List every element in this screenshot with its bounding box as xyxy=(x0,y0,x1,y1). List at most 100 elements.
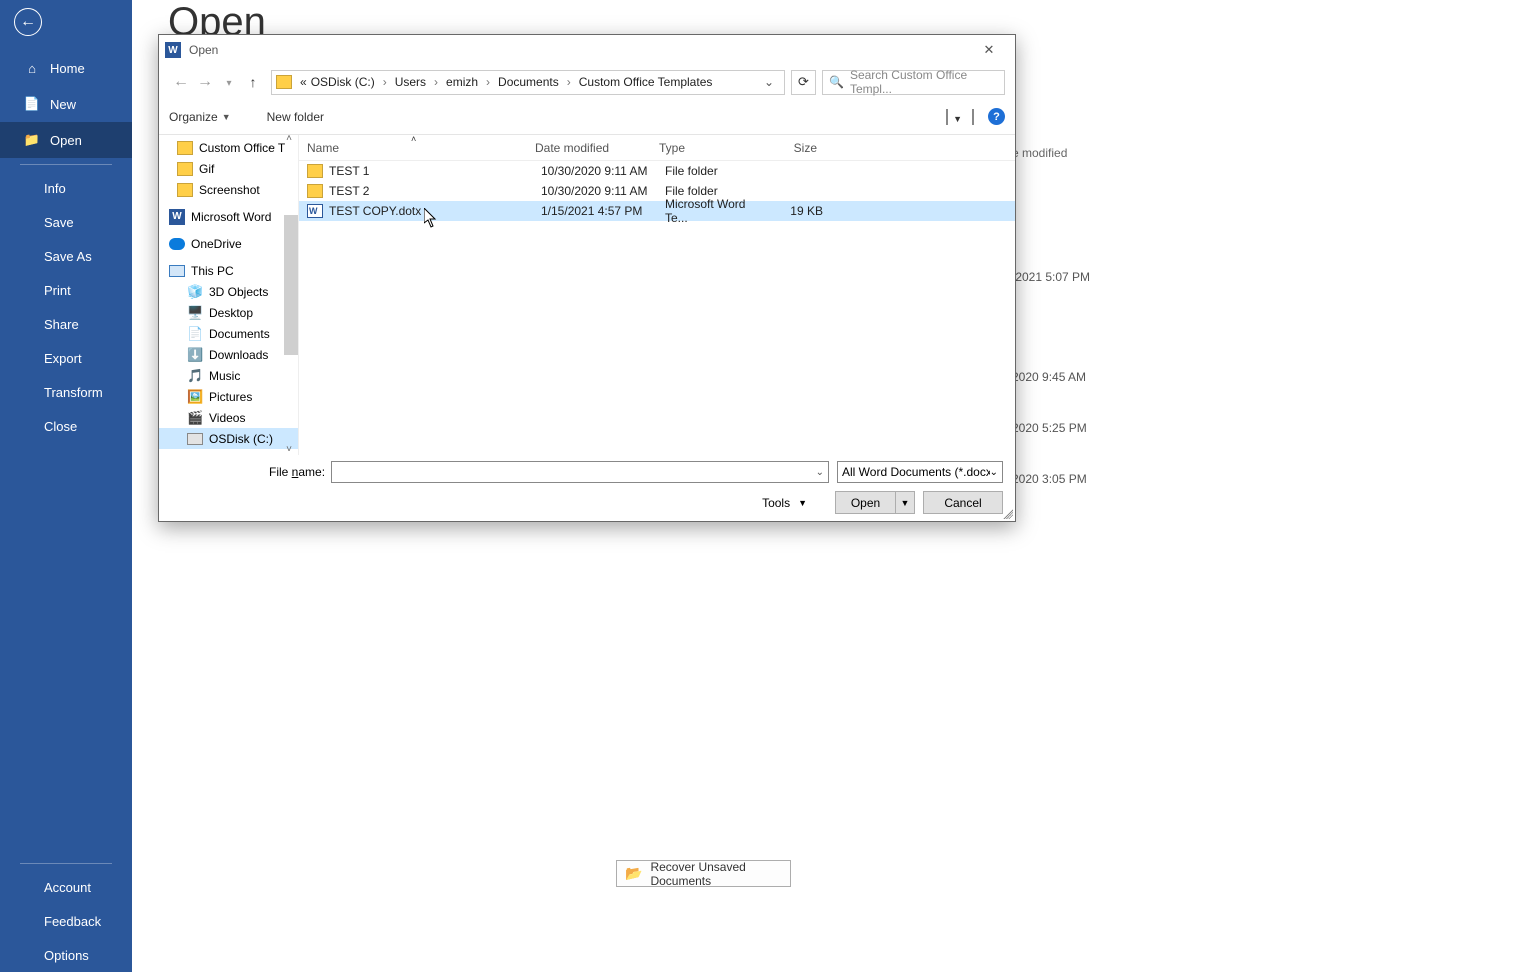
file-type-filter[interactable]: All Word Documents (*.docx;*. ⌄ xyxy=(837,461,1003,483)
objects3d-icon: 🧊 xyxy=(187,285,203,299)
recover-unsaved-label: Recover Unsaved Documents xyxy=(650,860,790,888)
help-button[interactable]: ? xyxy=(988,108,1005,125)
folder-icon xyxy=(177,162,193,176)
nav-transform[interactable]: Transform xyxy=(0,375,132,409)
bg-column-header: e modified xyxy=(1012,146,1067,160)
file-name-input[interactable]: ⌄ xyxy=(331,461,829,483)
bg-row-date: 2020 5:25 PM xyxy=(1012,421,1087,435)
open-file-dialog: W Open ✕ ← → ▾ ↑ « OSDisk (C:)› Users› e… xyxy=(158,34,1016,522)
dialog-titlebar[interactable]: W Open ✕ xyxy=(159,35,1015,65)
file-name-label: File name: xyxy=(269,465,325,479)
breadcrumb-part[interactable]: Documents xyxy=(496,75,561,89)
breadcrumb-part[interactable]: emizh xyxy=(444,75,480,89)
preview-pane-button[interactable] xyxy=(972,110,974,124)
back-button[interactable]: ← xyxy=(14,8,42,36)
new-folder-label: New folder xyxy=(267,110,324,124)
resize-grip[interactable] xyxy=(1001,507,1013,519)
file-row[interactable]: TEST 2 10/30/2020 9:11 AM File folder xyxy=(299,181,1015,201)
tree-node-pictures[interactable]: 🖼️Pictures xyxy=(159,386,298,407)
nav-open-label: Open xyxy=(50,133,82,148)
drive-icon xyxy=(187,433,203,445)
nav-account[interactable]: Account xyxy=(0,870,132,904)
tree-node-3d-objects[interactable]: 🧊3D Objects xyxy=(159,281,298,302)
tree-node-documents[interactable]: 📄Documents xyxy=(159,323,298,344)
sort-indicator-icon: ˄ xyxy=(411,134,416,144)
nav-back-button[interactable]: ← xyxy=(169,73,193,91)
nav-up-button[interactable]: ↑ xyxy=(241,74,265,90)
tree-node-downloads[interactable]: ⬇️Downloads xyxy=(159,344,298,365)
nav-home-label: Home xyxy=(50,61,85,76)
nav-open[interactable]: 📁 Open xyxy=(0,122,132,158)
recover-unsaved-button[interactable]: 📂 Recover Unsaved Documents xyxy=(616,860,791,887)
word-app-icon: W xyxy=(165,42,181,58)
nav-feedback[interactable]: Feedback xyxy=(0,904,132,938)
tree-node-this-pc[interactable]: This PC xyxy=(159,260,298,281)
folder-icon xyxy=(307,164,323,178)
nav-share[interactable]: Share xyxy=(0,307,132,341)
chevron-down-icon: ▼ xyxy=(953,114,962,124)
dialog-footer: File name: ⌄ All Word Documents (*.docx;… xyxy=(159,455,1015,521)
tree-node-onedrive[interactable]: OneDrive xyxy=(159,233,298,254)
nav-saveas[interactable]: Save As xyxy=(0,239,132,273)
tree-node-osdisk[interactable]: OSDisk (C:) xyxy=(159,428,298,449)
chevron-down-icon: ▼ xyxy=(222,112,231,122)
preview-pane-icon xyxy=(972,109,974,125)
breadcrumb-dropdown[interactable]: ⌄ xyxy=(758,75,780,89)
document-icon: 📄 xyxy=(24,96,40,112)
question-icon: ? xyxy=(993,111,1000,123)
column-header-name[interactable]: Name xyxy=(307,141,535,155)
column-header-date[interactable]: Date modified xyxy=(535,141,659,155)
chevron-down-icon: ⌄ xyxy=(816,467,824,478)
tree-node-music[interactable]: 🎵Music xyxy=(159,365,298,386)
desktop-icon: 🖥️ xyxy=(187,306,203,320)
organize-label: Organize xyxy=(169,110,218,124)
tree-node-videos[interactable]: 🎬Videos xyxy=(159,407,298,428)
column-header-type[interactable]: Type xyxy=(659,141,765,155)
nav-home[interactable]: ⌂ Home xyxy=(0,50,132,86)
nav-print[interactable]: Print xyxy=(0,273,132,307)
cancel-button[interactable]: Cancel xyxy=(923,491,1003,514)
pc-icon xyxy=(169,265,185,277)
nav-options[interactable]: Options xyxy=(0,938,132,972)
close-icon: ✕ xyxy=(984,42,995,58)
nav-save[interactable]: Save xyxy=(0,205,132,239)
file-row[interactable]: TEST COPY.dotx 1/15/2021 4:57 PM Microso… xyxy=(299,201,1015,221)
view-mode-button[interactable]: ▼ xyxy=(946,110,948,124)
refresh-icon: ⟳ xyxy=(798,74,809,90)
tree-node-desktop[interactable]: 🖥️Desktop xyxy=(159,302,298,323)
folder-open-icon: 📂 xyxy=(625,865,642,882)
new-folder-button[interactable]: New folder xyxy=(267,110,324,124)
close-button[interactable]: ✕ xyxy=(969,37,1009,63)
breadcrumb-bar[interactable]: « OSDisk (C:)› Users› emizh› Documents› … xyxy=(271,70,785,95)
organize-button[interactable]: Organize ▼ xyxy=(169,110,231,124)
tree-scrollbar[interactable] xyxy=(284,215,298,355)
breadcrumb-part[interactable]: OSDisk (C:) xyxy=(309,75,377,89)
open-button[interactable]: Open xyxy=(835,491,895,514)
tree-node-microsoft-word[interactable]: WMicrosoft Word xyxy=(159,206,298,227)
tools-dropdown[interactable]: Tools ▼ xyxy=(762,496,807,510)
tree-node-custom-office-templates[interactable]: Custom Office T xyxy=(159,137,298,158)
search-input[interactable]: 🔍 Search Custom Office Templ... xyxy=(822,70,1005,95)
nav-recent-dropdown[interactable]: ▾ xyxy=(217,73,241,91)
nav-new-label: New xyxy=(50,97,76,112)
column-header-size[interactable]: Size xyxy=(765,141,825,155)
refresh-button[interactable]: ⟳ xyxy=(791,70,816,95)
tree-node-screenshot[interactable]: Screenshot xyxy=(159,179,298,200)
nav-new[interactable]: 📄 New xyxy=(0,86,132,122)
music-icon: 🎵 xyxy=(187,369,203,383)
breadcrumb-part[interactable]: Users xyxy=(393,75,428,89)
open-button-dropdown[interactable]: ▼ xyxy=(895,491,915,514)
bg-row-date: 2020 9:45 AM xyxy=(1012,370,1086,384)
nav-close[interactable]: Close xyxy=(0,409,132,443)
chevron-right-icon: › xyxy=(561,75,577,89)
nav-info[interactable]: Info xyxy=(0,171,132,205)
breadcrumb-part[interactable]: Custom Office Templates xyxy=(577,75,715,89)
nav-export[interactable]: Export xyxy=(0,341,132,375)
pictures-icon: 🖼️ xyxy=(187,390,203,404)
nav-forward-button[interactable]: → xyxy=(193,73,217,91)
file-list: ˄ Name Date modified Type Size TEST 1 10… xyxy=(299,135,1015,455)
tree-node-gif[interactable]: Gif xyxy=(159,158,298,179)
file-row[interactable]: TEST 1 10/30/2020 9:11 AM File folder xyxy=(299,161,1015,181)
sidebar-divider xyxy=(20,164,112,165)
downloads-icon: ⬇️ xyxy=(187,348,203,362)
